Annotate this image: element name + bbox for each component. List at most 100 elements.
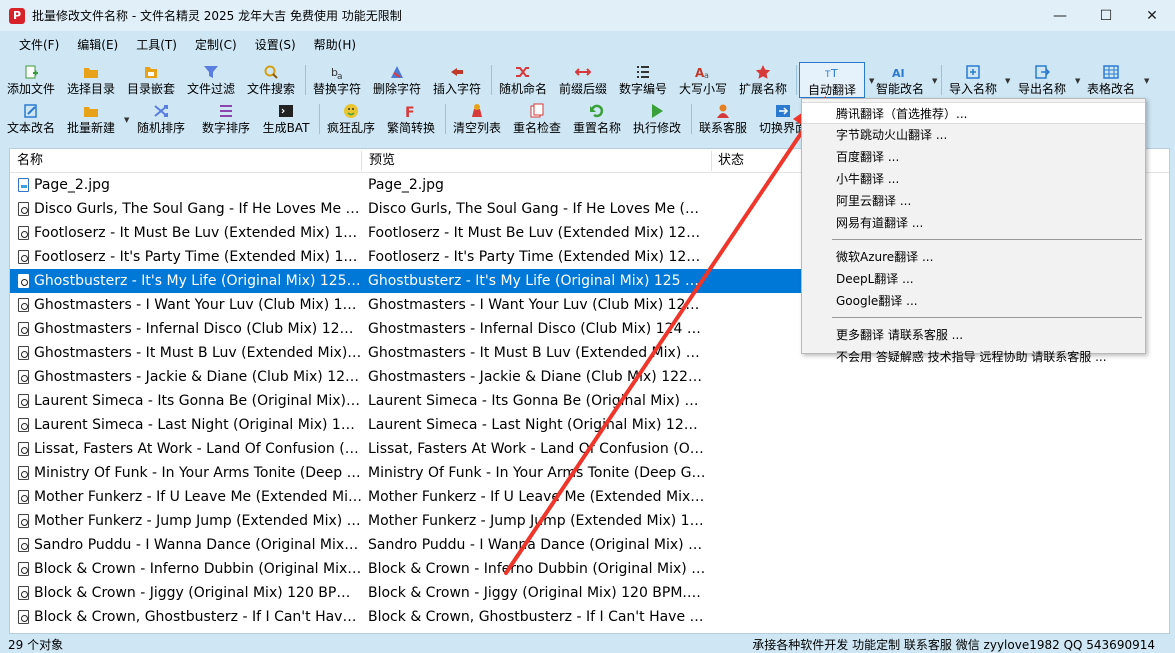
translate-menu-item[interactable]: 百度翻译 ... <box>802 146 1145 168</box>
toolbar-button-label: 生成BAT <box>262 121 310 135</box>
file-row[interactable]: Sandro Puddu - I Wanna Dance (Original M… <box>10 533 1169 557</box>
translate-menu-item[interactable]: 小牛翻译 ... <box>802 168 1145 190</box>
toolbar-button-table[interactable]: 表格改名 <box>1082 62 1140 98</box>
toolbar-button-translate[interactable]: T T 自动翻译 <box>799 62 865 98</box>
file-row[interactable]: Block & Crown - Jiggy (Original Mix) 120… <box>10 581 1169 605</box>
toolbar-button-import[interactable]: 导入名称 <box>944 62 1002 98</box>
column-header-preview[interactable]: 预览 <box>362 149 706 173</box>
column-header-name[interactable]: 名称 <box>10 149 362 173</box>
file-status <box>706 365 802 389</box>
file-name: Footloserz - It's Party Time (Extended M… <box>34 249 362 265</box>
toolbar-button-shuffle[interactable]: 随机命名 <box>494 62 552 98</box>
dropdown-caret-icon[interactable]: ▼ <box>1144 77 1149 85</box>
file-row[interactable]: Laurent Simeca - Its Gonna Be (Original … <box>10 389 1169 413</box>
export-icon <box>1034 64 1050 80</box>
toolbar-button-nested-folder[interactable]: 目录嵌套 <box>122 62 180 98</box>
file-row[interactable]: Block & Crown - Inferno Dubbin (Original… <box>10 557 1169 581</box>
toolbar-button-duplicate-check[interactable]: 重名检查 <box>508 101 566 137</box>
toolbar-button-convert[interactable]: F 繁简转换 <box>382 101 440 137</box>
file-row[interactable]: Mother Funkerz - If U Leave Me (Extended… <box>10 485 1169 509</box>
dropdown-caret-icon[interactable]: ▼ <box>1075 77 1080 85</box>
translate-menu-item[interactable]: 阿里云翻译 ... <box>802 190 1145 212</box>
toolbar-button-terminal[interactable]: 生成BAT <box>257 101 315 137</box>
file-row[interactable]: Lissat, Fasters At Work - Land Of Confus… <box>10 437 1169 461</box>
toolbar-button-label: 前缀后缀 <box>558 82 607 96</box>
file-row[interactable]: Mother Funkerz - Jump Jump (Extended Mix… <box>10 509 1169 533</box>
dropdown-caret-icon[interactable]: ▼ <box>932 77 937 85</box>
file-status <box>706 605 802 629</box>
file-row[interactable]: Laurent Simeca - Last Night (Original Mi… <box>10 413 1169 437</box>
toolbar-button-undo[interactable]: 重置名称 <box>568 101 626 137</box>
toolbar-button-label: 批量新建 <box>66 121 115 135</box>
audio-file-icon <box>18 538 29 552</box>
translate-menu-item[interactable]: 不会用 答疑解惑 技术指导 远程协助 请联系客服 ... <box>802 346 1145 368</box>
play-icon <box>649 103 665 119</box>
file-preview: Block & Crown - Jiggy (Original Mix) 120… <box>368 585 706 601</box>
toolbar-button-clear-list[interactable]: 清空列表 <box>448 101 506 137</box>
toolbar-button-play[interactable]: 执行修改 <box>628 101 686 137</box>
file-preview: Block & Crown - Inferno Dubbin (Original… <box>368 561 706 577</box>
window-title: 批量修改文件名称 - 文件名精灵 2025 龙年大吉 免费使用 功能无限制 <box>32 9 402 23</box>
toolbar-separator <box>796 65 797 95</box>
translate-menu-item[interactable]: 字节跳动火山翻译 ... <box>802 124 1145 146</box>
toolbar-button-random-sort[interactable]: 随机排序 <box>132 101 190 137</box>
toolbar-button-numbered-list[interactable]: 数字编号 <box>614 62 672 98</box>
toolbar-button-star[interactable]: 扩展名称 <box>734 62 792 98</box>
translate-menu-item[interactable]: 更多翻译 请联系客服 ... <box>802 324 1145 346</box>
file-name: Mother Funkerz - Jump Jump (Extended Mix… <box>34 513 362 529</box>
toolbar-button-smiley[interactable]: 疯狂乱序 <box>322 101 380 137</box>
translate-menu-item[interactable]: DeepL翻译 ... <box>802 268 1145 290</box>
toolbar-separator <box>491 65 492 95</box>
menu-edit[interactable]: 编辑(E) <box>68 36 127 53</box>
menu-tools[interactable]: 工具(T) <box>127 36 186 53</box>
file-preview: Ghostbusterz - It's My Life (Original Mi… <box>362 269 706 293</box>
toolbar-button-support[interactable]: 联系客服 <box>694 101 752 137</box>
toolbar-button-new-folder[interactable]: 批量新建 <box>62 101 120 137</box>
column-header-status[interactable]: 状态 <box>711 149 811 173</box>
toolbar-button-insert-char[interactable]: 插入字符 <box>428 62 486 98</box>
file-row[interactable]: Ministry Of Funk - In Your Arms Tonite (… <box>10 461 1169 485</box>
toolbar-button-search[interactable]: 文件搜索 <box>242 62 300 98</box>
toolbar-button-add-file[interactable]: 添加文件 <box>2 62 60 98</box>
toolbar-button-label: 大写小写 <box>678 82 727 96</box>
undo-icon <box>589 103 605 119</box>
menu-separator <box>832 317 1142 318</box>
file-preview: Ghostmasters - Jackie & Diane (Club Mix)… <box>368 369 706 385</box>
toolbar-button-replace[interactable]: b a 替换字符 <box>308 62 366 98</box>
toolbar-button-case[interactable]: Aa 大写小写 <box>674 62 732 98</box>
maximize-button[interactable]: ☐ <box>1083 0 1129 31</box>
file-name: Disco Gurls, The Soul Gang - If He Loves… <box>34 201 362 217</box>
toolbar-button-delete-char[interactable]: 删除字符 <box>368 62 426 98</box>
menu-file[interactable]: 文件(F) <box>10 36 68 53</box>
menu-help[interactable]: 帮助(H) <box>305 36 365 53</box>
app-logo-icon: P <box>9 7 25 24</box>
translate-menu-item[interactable]: 腾讯翻译（首选推荐）... <box>802 102 1145 124</box>
close-button[interactable]: ✕ <box>1129 0 1175 31</box>
translate-menu-item[interactable]: 网易有道翻译 ... <box>802 212 1145 234</box>
file-preview: Mother Funkerz - If U Leave Me (Extended… <box>368 489 706 505</box>
toolbar-button-number-sort[interactable]: 数字排序 <box>197 101 255 137</box>
toolbar-button-ai[interactable]: AI 智能改名 <box>871 62 929 98</box>
audio-file-icon <box>18 418 29 432</box>
shuffle-icon <box>515 64 531 80</box>
table-icon <box>1103 64 1119 80</box>
toolbar-button-label: 自动翻译 <box>807 83 856 97</box>
translate-menu-item[interactable]: Google翻译 ... <box>802 290 1145 312</box>
menu-customize[interactable]: 定制(C) <box>186 36 246 53</box>
toolbar-button-export[interactable]: 导出名称 <box>1013 62 1071 98</box>
toolbar-button-prefix-suffix[interactable]: 前缀后缀 <box>554 62 612 98</box>
toolbar-button-edit-text[interactable]: 文本改名 <box>2 101 60 137</box>
svg-text:T: T <box>824 70 831 80</box>
file-row[interactable]: Ghostmasters - Jackie & Diane (Club Mix)… <box>10 365 1169 389</box>
file-preview: Ghostmasters - I Want Your Luv (Club Mix… <box>368 297 706 313</box>
file-row[interactable]: Block & Crown, Ghostbusterz - If I Can't… <box>10 605 1169 629</box>
toolbar-button-filter[interactable]: 文件过滤 <box>182 62 240 98</box>
minimize-button[interactable]: — <box>1037 0 1083 31</box>
dropdown-caret-icon[interactable]: ▼ <box>124 116 129 124</box>
translate-menu-item[interactable]: 微软Azure翻译 ... <box>802 246 1145 268</box>
toolbar-button-folder[interactable]: 选择目录 <box>62 62 120 98</box>
toolbar-button-label: 表格改名 <box>1086 82 1135 96</box>
menu-separator <box>832 239 1142 240</box>
menu-settings[interactable]: 设置(S) <box>246 36 305 53</box>
dropdown-caret-icon[interactable]: ▼ <box>1005 77 1010 85</box>
